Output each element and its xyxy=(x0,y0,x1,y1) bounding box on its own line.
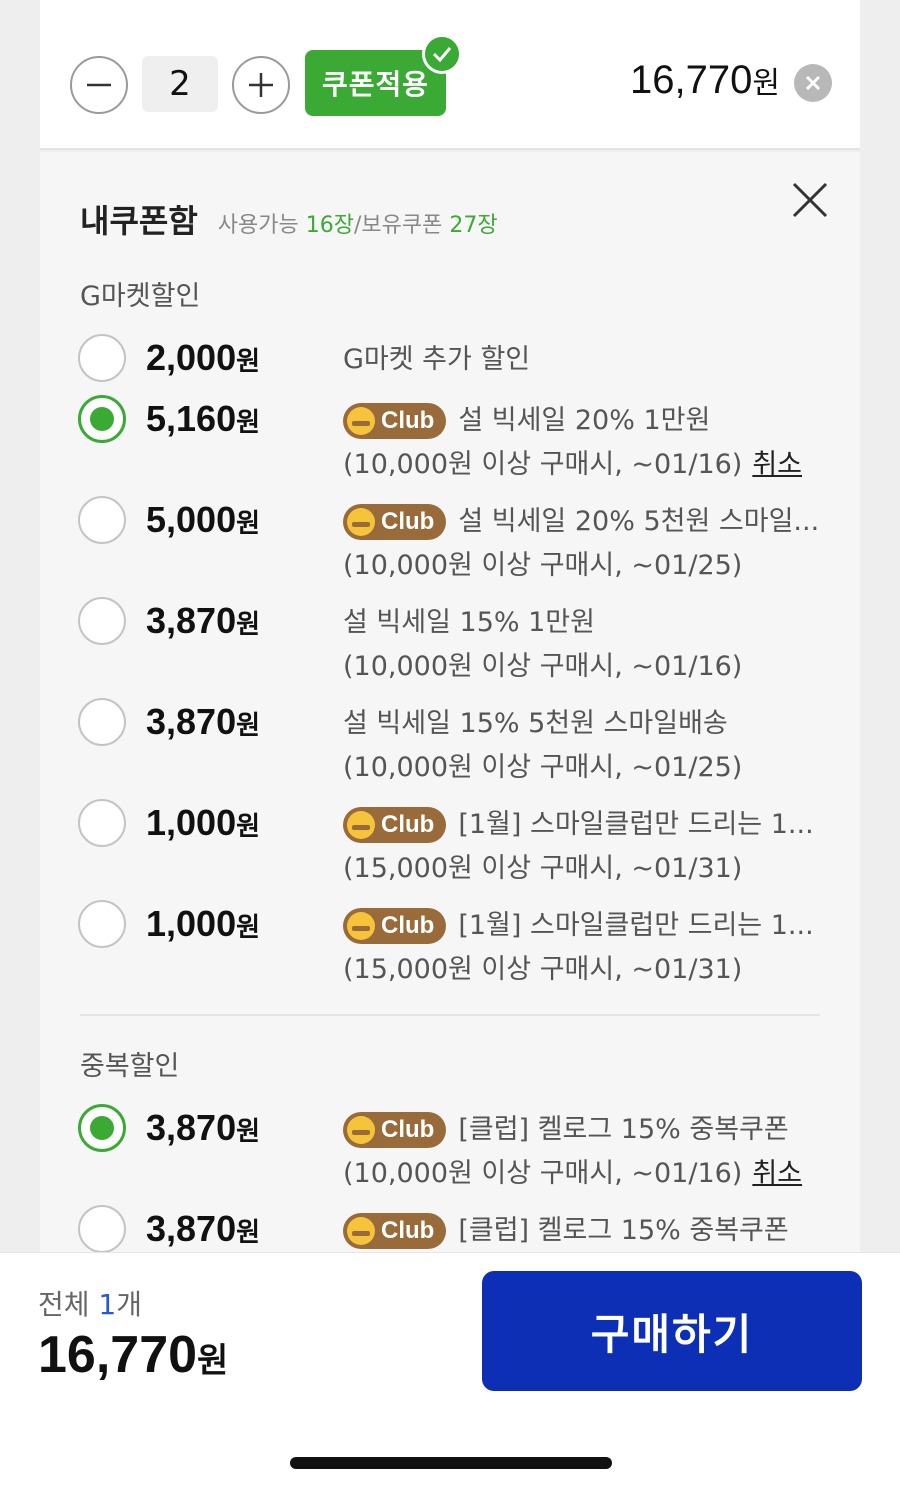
coupon-amount: 3,870원 xyxy=(146,701,261,742)
total-count-label: 전체 1개 xyxy=(38,1288,143,1321)
total-price: 16,770원 xyxy=(38,1326,229,1384)
coupon-radio[interactable] xyxy=(78,334,126,382)
coupon-amount: 3,870원 xyxy=(146,1107,261,1148)
coupon-row[interactable]: 1,000원 Club [1월] 스마일클럽만 드리는 1... (15,000원… xyxy=(78,799,838,889)
coupon-count-summary: 사용가능 16장/보유쿠폰 27장 xyxy=(217,213,498,238)
coupon-panel-header: 내쿠폰함 사용가능 16장/보유쿠폰 27장 xyxy=(80,196,498,242)
coupon-amount: 1,000원 xyxy=(146,903,261,944)
coupon-description: 설 빅세일 15% 5천원 스마일배송 (10,000원 이상 구매시, ~01… xyxy=(343,708,743,783)
club-badge: Club xyxy=(343,1112,447,1148)
coupon-panel: 내쿠폰함 사용가능 16장/보유쿠폰 27장 G마켓할인 2,000원 G마켓 … xyxy=(40,152,860,1253)
coupon-description: Club [클럽] 켈로그 15% 중복쿠폰 (10,000원 이상 구매시, ~… xyxy=(343,1112,803,1189)
coupon-radio[interactable] xyxy=(78,698,126,746)
purchase-bar: 전체 1개 16,770원 구매하기 xyxy=(0,1252,900,1488)
coupon-description: Club [클럽] 켈로그 15% 중복쿠폰 xyxy=(343,1209,843,1253)
buy-button[interactable]: 구매하기 xyxy=(482,1271,862,1391)
club-badge: Club xyxy=(343,908,447,944)
cancel-coupon-link[interactable]: 취소 xyxy=(752,1158,802,1189)
club-badge: Club xyxy=(343,403,447,439)
smile-icon xyxy=(347,508,375,536)
coupon-description: Club 설 빅세일 20% 1만원 (10,000원 이상 구매시, ~01/1… xyxy=(343,403,803,480)
coupon-amount: 2,000원 xyxy=(146,337,261,378)
plus-icon xyxy=(249,73,273,97)
item-price: 16,770원 xyxy=(630,58,780,102)
coupon-row[interactable]: 5,000원 Club 설 빅세일 20% 5천원 스마일... (10,000원… xyxy=(78,496,838,586)
coupon-description: 설 빅세일 15% 1만원 (10,000원 이상 구매시, ~01/16) xyxy=(343,607,743,682)
page: 2 쿠폰적용 16,770원 내쿠폰함 사용가능 16장/보유쿠폰 27장 G마… xyxy=(0,0,900,1488)
section-label-duplicate-discount: 중복할인 xyxy=(80,1051,180,1082)
coupon-panel-title: 내쿠폰함 xyxy=(80,202,198,240)
smile-icon xyxy=(347,1116,375,1144)
minus-icon xyxy=(87,83,111,87)
coupon-amount: 3,870원 xyxy=(146,600,261,641)
decrease-quantity-button[interactable] xyxy=(70,56,128,114)
coupon-radio-selected[interactable] xyxy=(78,395,126,443)
coupon-amount: 5,160원 xyxy=(146,398,261,439)
coupon-radio[interactable] xyxy=(78,1205,126,1253)
coupon-row[interactable]: 1,000원 Club [1월] 스마일클럽만 드리는 1... (15,000원… xyxy=(78,900,838,990)
cancel-coupon-link[interactable]: 취소 xyxy=(752,449,802,480)
club-badge: Club xyxy=(343,807,447,843)
coupon-row[interactable]: 3,870원 설 빅세일 15% 1만원 (10,000원 이상 구매시, ~0… xyxy=(78,597,838,687)
increase-quantity-button[interactable] xyxy=(232,56,290,114)
coupon-description: G마켓 추가 할인 xyxy=(343,344,531,375)
coupon-description: Club 설 빅세일 20% 5천원 스마일... (10,000원 이상 구매시… xyxy=(343,504,820,581)
smile-icon xyxy=(347,811,375,839)
close-panel-button[interactable] xyxy=(790,180,830,220)
smile-icon xyxy=(347,407,375,435)
coupon-radio[interactable] xyxy=(78,496,126,544)
coupon-amount: 1,000원 xyxy=(146,802,261,843)
section-label-gmarket-discount: G마켓할인 xyxy=(80,281,201,312)
smile-icon xyxy=(347,912,375,940)
remove-item-button[interactable] xyxy=(794,64,832,102)
coupon-description: Club [1월] 스마일클럽만 드리는 1... (15,000원 이상 구매시… xyxy=(343,807,814,884)
coupon-amount: 5,000원 xyxy=(146,499,261,540)
coupon-radio[interactable] xyxy=(78,900,126,948)
coupon-row[interactable]: 5,160원 Club 설 빅세일 20% 1만원 (10,000원 이상 구매시… xyxy=(78,395,838,485)
coupon-description: Club [1월] 스마일클럽만 드리는 1... (15,000원 이상 구매시… xyxy=(343,908,814,985)
coupon-amount: 3,870원 xyxy=(146,1208,261,1249)
coupon-row[interactable]: 3,870원 설 빅세일 15% 5천원 스마일배송 (10,000원 이상 구… xyxy=(78,698,838,788)
coupon-row[interactable]: 3,870원 Club [클럽] 켈로그 15% 중복쿠폰 (10,000원 이상… xyxy=(78,1104,838,1194)
close-icon xyxy=(805,75,821,91)
coupon-radio[interactable] xyxy=(78,799,126,847)
coupon-radio-selected[interactable] xyxy=(78,1104,126,1152)
section-divider xyxy=(80,1014,820,1016)
smile-icon xyxy=(347,1217,375,1245)
product-card: 2 쿠폰적용 16,770원 xyxy=(40,0,860,150)
check-icon xyxy=(422,34,462,74)
home-indicator[interactable] xyxy=(290,1457,612,1469)
coupon-radio[interactable] xyxy=(78,597,126,645)
quantity-input[interactable]: 2 xyxy=(142,56,218,112)
club-badge: Club xyxy=(343,1213,447,1249)
club-badge: Club xyxy=(343,504,447,540)
